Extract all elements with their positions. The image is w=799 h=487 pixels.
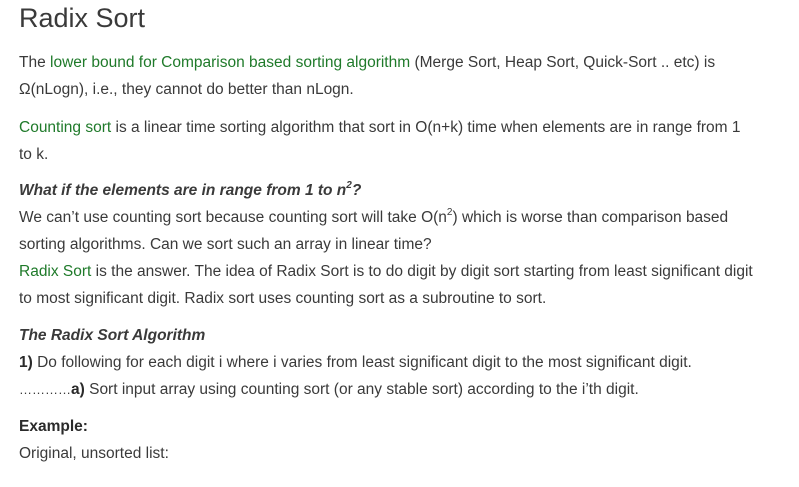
example-text: Original, unsorted list: (19, 445, 169, 462)
link-lower-bound[interactable]: lower bound for Comparison based sorting… (50, 54, 410, 71)
link-counting-sort[interactable]: Counting sort (19, 119, 111, 136)
text: The (19, 54, 51, 71)
link-radix-sort[interactable]: Radix Sort (19, 263, 91, 280)
article: Radix Sort The lower bound for Compariso… (0, 0, 799, 487)
paragraph-counting-sort-line2: to k. (19, 146, 49, 163)
algorithm-step-1: 1) Do following for each digit i where i… (19, 349, 692, 376)
superscript: 2 (346, 179, 352, 191)
text: Sort input array using counting sort (or… (84, 381, 639, 398)
paragraph-cant-use: We can’t use counting sort because count… (19, 204, 728, 231)
paragraph-lower-bound: The lower bound for Comparison based sor… (19, 49, 715, 76)
example-label: Example: (19, 413, 88, 440)
text: Do following for each digit i where i va… (32, 354, 692, 371)
algorithm-step-1a: …………a) Sort input array using counting s… (19, 376, 639, 403)
paragraph-counting-sort: Counting sort is a linear time sorting a… (19, 114, 741, 141)
text: We can’t use counting sort because count… (19, 209, 447, 226)
indent-dots: ………… (19, 382, 71, 397)
text: ? (351, 182, 362, 199)
paragraph-radix-answer-line2: to most significant digit. Radix sort us… (19, 290, 547, 307)
text: is a linear time sorting algorithm that … (111, 119, 741, 136)
question-heading: What if the elements are in range from 1… (19, 177, 361, 204)
text: ) which is worse than comparison based (452, 209, 729, 226)
page-title: Radix Sort (19, 3, 146, 33)
superscript: 2 (446, 206, 453, 218)
paragraph-cant-use-line2: sorting algorithms. Can we sort such an … (19, 236, 432, 253)
algorithm-heading: The Radix Sort Algorithm (19, 327, 206, 344)
paragraph-lower-bound-line2: Ω(nLogn), i.e., they cannot do better th… (19, 81, 354, 98)
text: (Merge Sort, Heap Sort, Quick-Sort .. et… (410, 54, 716, 71)
text: What if the elements are in range from 1… (19, 182, 347, 199)
example-heading: Example: (19, 418, 88, 435)
step-label: a) (71, 381, 85, 398)
step-number: 1) (19, 354, 33, 371)
paragraph-radix-answer: Radix Sort is the answer. The idea of Ra… (19, 258, 753, 285)
text: is the answer. The idea of Radix Sort is… (91, 263, 753, 280)
